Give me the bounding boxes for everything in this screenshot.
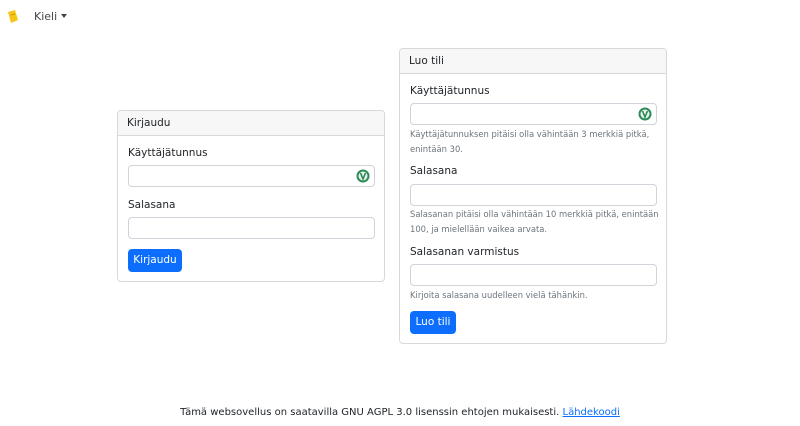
register-confirm-help: Kirjoita salasana uudelleen vielä tähänk… xyxy=(410,290,588,300)
register-username-label: Käyttäjätunnus xyxy=(410,85,490,97)
register-username-help-line-2: enintään 30. xyxy=(410,143,463,154)
register-confirm-label: Salasanan varmistus xyxy=(410,246,520,258)
register-card: Luo tili Käyttäjätunnus Käyttäjätunnukse… xyxy=(399,48,667,344)
login-username-input[interactable] xyxy=(128,165,375,187)
register-password-help-line-2: 100, ja mielellään vaikea arvata. xyxy=(410,223,548,234)
login-password-input[interactable] xyxy=(128,217,375,239)
register-card-title: Luo tili xyxy=(400,49,666,74)
source-code-link[interactable]: Lähdekoodi xyxy=(563,407,620,418)
register-password-help: Salasanan pitäisi olla vähintään 10 merk… xyxy=(410,207,659,236)
register-password-help-line-1: Salasanan pitäisi olla vähintään 10 merk… xyxy=(410,209,659,219)
register-confirm-input[interactable] xyxy=(410,264,657,286)
register-username-help-line-1: Käyttäjätunnuksen pitäisi olla vähintään… xyxy=(410,129,650,139)
keepass-icon[interactable] xyxy=(356,169,370,183)
register-password-label: Salasana xyxy=(410,165,458,177)
navbar: Kieli xyxy=(0,0,800,34)
register-username-input[interactable] xyxy=(410,103,657,125)
login-card: Kirjaudu Käyttäjätunnus Salasana Kirjaud… xyxy=(117,110,385,282)
language-label: Kieli xyxy=(34,10,58,23)
footer: Tämä websovellus on saatavilla GNU AGPL … xyxy=(0,407,800,418)
register-username-help: Käyttäjätunnuksen pitäisi olla vähintään… xyxy=(410,127,649,156)
login-password-label: Salasana xyxy=(128,199,176,211)
register-button[interactable]: Luo tili xyxy=(410,311,456,334)
caret-down-icon xyxy=(61,14,68,18)
language-dropdown[interactable]: Kieli xyxy=(34,10,68,23)
footer-license-text: Tämä websovellus on saatavilla GNU AGPL … xyxy=(180,407,560,418)
keepass-icon[interactable] xyxy=(638,107,652,121)
login-username-label: Käyttäjätunnus xyxy=(128,147,208,159)
register-password-input[interactable] xyxy=(410,184,657,206)
login-button[interactable]: Kirjaudu xyxy=(128,249,182,272)
app-logo-icon[interactable] xyxy=(7,9,19,24)
login-card-title: Kirjaudu xyxy=(118,111,384,136)
